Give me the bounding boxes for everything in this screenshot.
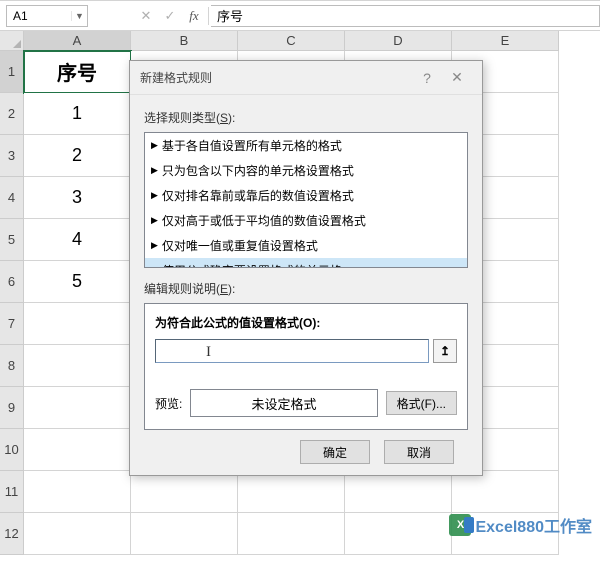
select-all-corner[interactable] bbox=[0, 31, 24, 51]
row-headers: 123456789101112 bbox=[0, 51, 24, 555]
triangle-icon: ▶ bbox=[151, 190, 158, 201]
cell-A8[interactable] bbox=[24, 345, 131, 387]
formula-input[interactable]: I bbox=[155, 339, 429, 363]
cell-B12[interactable] bbox=[131, 513, 238, 555]
new-format-rule-dialog: 新建格式规则 ? ✕ 选择规则类型(S): ▶ 基于各自值设置所有单元格的格式 ▶ 只… bbox=[129, 60, 483, 476]
separator bbox=[208, 7, 209, 25]
cell-D12[interactable] bbox=[345, 513, 452, 555]
spreadsheet-grid: ABCDE 123456789101112 序号12345 bbox=[0, 30, 600, 31]
edit-rule-label: 编辑规则说明(E): bbox=[144, 280, 468, 297]
cell-A7[interactable] bbox=[24, 303, 131, 345]
cell-A10[interactable] bbox=[24, 429, 131, 471]
rule-item-label: 基于各自值设置所有单元格的格式 bbox=[162, 137, 342, 154]
rule-item-label: 仅对排名靠前或靠后的数值设置格式 bbox=[162, 187, 354, 204]
cell-A2[interactable]: 1 bbox=[24, 93, 131, 135]
watermark-text: Excel880工作室 bbox=[475, 513, 592, 537]
triangle-icon: ▶ bbox=[151, 265, 158, 268]
ok-button[interactable]: 确定 bbox=[300, 440, 370, 464]
cell-A6[interactable]: 5 bbox=[24, 261, 131, 303]
watermark: X Excel880工作室 bbox=[449, 513, 592, 537]
cancel-formula-icon: ✕ bbox=[134, 5, 158, 27]
row-header-7[interactable]: 7 bbox=[0, 303, 24, 345]
cell-A12[interactable] bbox=[24, 513, 131, 555]
cell-A11[interactable] bbox=[24, 471, 131, 513]
triangle-icon: ▶ bbox=[151, 165, 158, 176]
rule-item-label: 仅对唯一值或重复值设置格式 bbox=[162, 237, 318, 254]
col-header-E[interactable]: E bbox=[452, 31, 559, 51]
formula-buttons: ✕ ✓ fx bbox=[134, 5, 206, 27]
column-headers: ABCDE bbox=[24, 31, 600, 51]
dialog-titlebar[interactable]: 新建格式规则 ? ✕ bbox=[130, 61, 482, 95]
cancel-button[interactable]: 取消 bbox=[384, 440, 454, 464]
triangle-icon: ▶ bbox=[151, 140, 158, 151]
col-header-A[interactable]: A bbox=[24, 31, 131, 51]
row-header-2[interactable]: 2 bbox=[0, 93, 24, 135]
fx-icon[interactable]: fx bbox=[182, 5, 206, 27]
rule-edit-group: 为符合此公式的值设置格式(O): I ↥ 预览: 未设定格式 格式(F)... bbox=[144, 303, 468, 430]
preview-label: 预览: bbox=[155, 395, 182, 412]
row-header-8[interactable]: 8 bbox=[0, 345, 24, 387]
formula-toolbar: ▼ ✕ ✓ fx 序号 bbox=[0, 0, 600, 30]
row-header-12[interactable]: 12 bbox=[0, 513, 24, 555]
select-rule-type-label: 选择规则类型(S): bbox=[144, 109, 468, 126]
row-header-11[interactable]: 11 bbox=[0, 471, 24, 513]
triangle-icon: ▶ bbox=[151, 215, 158, 226]
rule-item-label: 使用公式确定要设置格式的单元格 bbox=[162, 262, 342, 268]
rule-type-list[interactable]: ▶ 基于各自值设置所有单元格的格式 ▶ 只为包含以下内容的单元格设置格式 ▶ 仅对排名靠前… bbox=[144, 132, 468, 268]
preview-box: 未设定格式 bbox=[190, 389, 377, 417]
text-caret-icon: I bbox=[206, 344, 211, 361]
cell-A1[interactable]: 序号 bbox=[24, 51, 131, 93]
name-box[interactable]: ▼ bbox=[6, 5, 88, 27]
cell-E11[interactable] bbox=[452, 471, 559, 513]
rule-item-5[interactable]: ▶ 使用公式确定要设置格式的单元格 bbox=[145, 258, 467, 268]
rule-item-4[interactable]: ▶ 仅对唯一值或重复值设置格式 bbox=[145, 233, 467, 258]
row-header-1[interactable]: 1 bbox=[0, 51, 24, 93]
row-header-5[interactable]: 5 bbox=[0, 219, 24, 261]
formula-bar-text: 序号 bbox=[217, 6, 243, 25]
row-header-4[interactable]: 4 bbox=[0, 177, 24, 219]
dialog-title: 新建格式规则 bbox=[140, 69, 212, 86]
name-box-dropdown-icon[interactable]: ▼ bbox=[71, 11, 87, 21]
cell-C12[interactable] bbox=[238, 513, 345, 555]
rule-item-0[interactable]: ▶ 基于各自值设置所有单元格的格式 bbox=[145, 133, 467, 158]
collapse-dialog-button[interactable]: ↥ bbox=[433, 339, 457, 363]
rule-item-2[interactable]: ▶ 仅对排名靠前或靠后的数值设置格式 bbox=[145, 183, 467, 208]
help-icon[interactable]: ? bbox=[412, 70, 442, 86]
row-header-3[interactable]: 3 bbox=[0, 135, 24, 177]
name-box-input[interactable] bbox=[7, 9, 71, 23]
rule-item-label: 仅对高于或低于平均值的数值设置格式 bbox=[162, 212, 366, 229]
cell-A5[interactable]: 4 bbox=[24, 219, 131, 261]
formula-bar[interactable]: 序号 bbox=[211, 5, 600, 27]
cell-A4[interactable]: 3 bbox=[24, 177, 131, 219]
row-header-9[interactable]: 9 bbox=[0, 387, 24, 429]
cell-D11[interactable] bbox=[345, 471, 452, 513]
formula-group-label: 为符合此公式的值设置格式(O): bbox=[155, 314, 457, 331]
format-button[interactable]: 格式(F)... bbox=[386, 391, 457, 415]
close-icon[interactable]: ✕ bbox=[442, 69, 472, 86]
cell-C11[interactable] bbox=[238, 471, 345, 513]
rule-item-3[interactable]: ▶ 仅对高于或低于平均值的数值设置格式 bbox=[145, 208, 467, 233]
rule-item-1[interactable]: ▶ 只为包含以下内容的单元格设置格式 bbox=[145, 158, 467, 183]
row-header-6[interactable]: 6 bbox=[0, 261, 24, 303]
cell-B11[interactable] bbox=[131, 471, 238, 513]
cell-A3[interactable]: 2 bbox=[24, 135, 131, 177]
cell-A9[interactable] bbox=[24, 387, 131, 429]
col-header-D[interactable]: D bbox=[345, 31, 452, 51]
row-header-10[interactable]: 10 bbox=[0, 429, 24, 471]
col-header-C[interactable]: C bbox=[238, 31, 345, 51]
col-header-B[interactable]: B bbox=[131, 31, 238, 51]
watermark-icon: X bbox=[449, 514, 471, 536]
rule-item-label: 只为包含以下内容的单元格设置格式 bbox=[162, 162, 354, 179]
triangle-icon: ▶ bbox=[151, 240, 158, 251]
enter-formula-icon: ✓ bbox=[158, 5, 182, 27]
